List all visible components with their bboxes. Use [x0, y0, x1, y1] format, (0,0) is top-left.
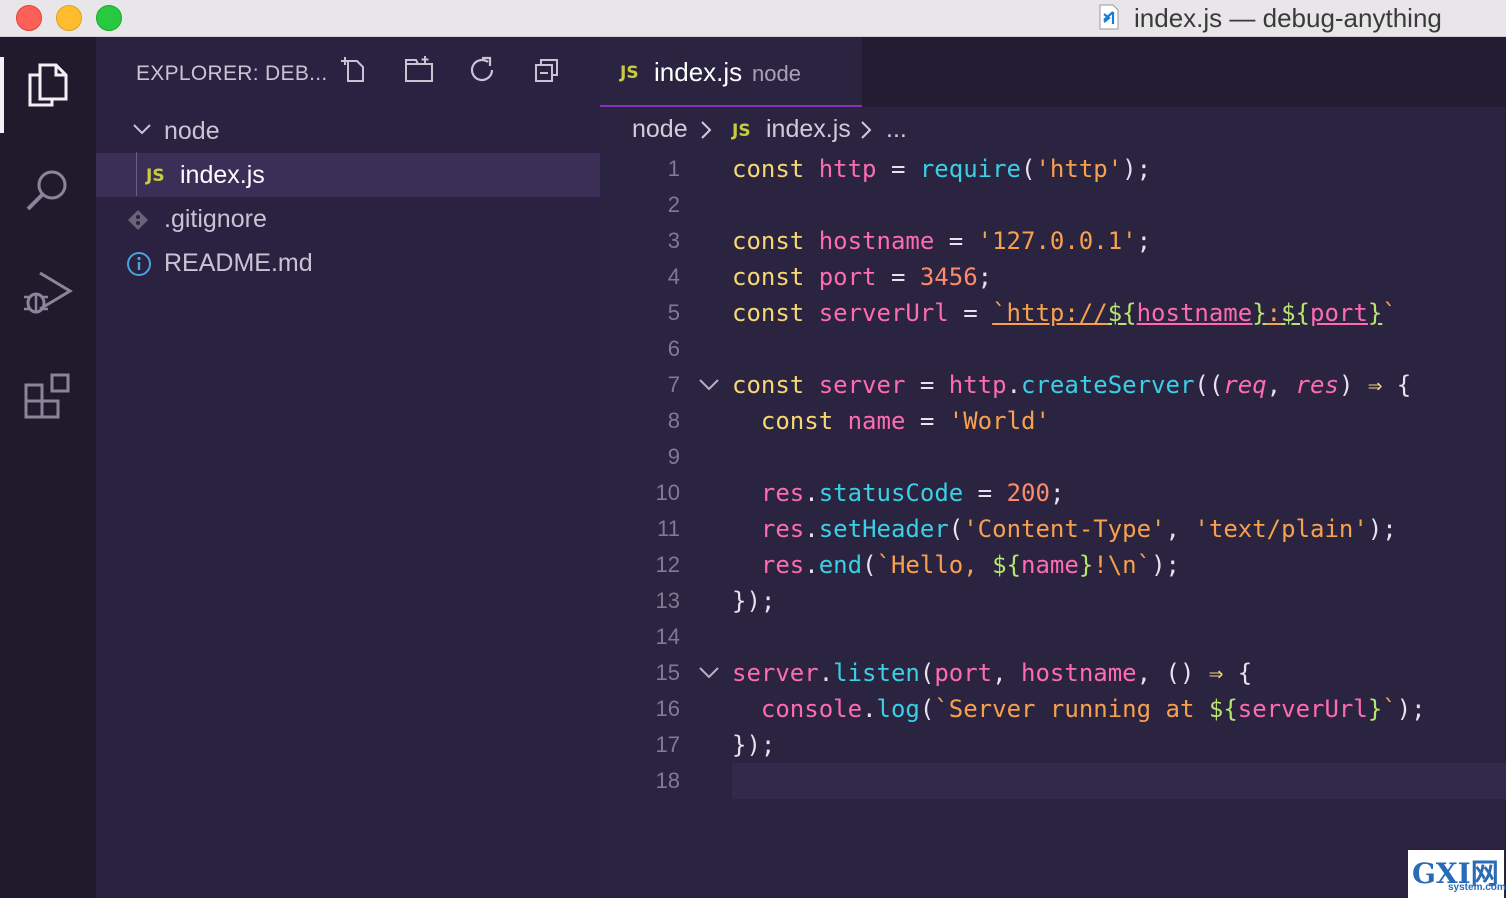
line-number: 5 — [667, 300, 680, 325]
debug-icon[interactable] — [22, 267, 74, 319]
line-text: server.listen(port, hostname, () ⇒ { — [732, 659, 1253, 687]
code-line: 17 }); — [600, 727, 1506, 763]
line-number: 11 — [657, 516, 680, 541]
line-text: const http = require('http'); — [732, 155, 1152, 183]
tree-file-readme[interactable]: README.md — [96, 241, 600, 285]
vscode-file-icon — [1098, 4, 1120, 30]
tree-file-index-js[interactable]: JS index.js — [96, 153, 600, 197]
extensions-icon[interactable] — [22, 371, 74, 423]
js-file-icon: JS — [146, 166, 165, 186]
code-line: 11 res.setHeader('Content-Type', 'text/p… — [600, 511, 1506, 547]
tab-index-js[interactable]: JS index.js node — [600, 37, 862, 107]
code-line: 2 — [600, 187, 1506, 223]
tab-description: node — [752, 61, 801, 86]
maximize-window-button[interactable] — [96, 5, 122, 31]
line-number: 3 — [667, 228, 680, 253]
current-line-highlight — [732, 763, 1506, 799]
code-line: 14 — [600, 619, 1506, 655]
minimize-window-button[interactable] — [56, 5, 82, 31]
window-title: index.js — debug-anything — [1134, 3, 1442, 33]
explorer-title: EXPLORER: DEB... — [136, 62, 328, 85]
indent-guide — [136, 152, 137, 196]
breadcrumb: node JS index.js ... — [600, 109, 1506, 151]
git-icon — [128, 210, 148, 230]
code-line: 1 const http = require('http'); — [600, 151, 1506, 187]
code-line: 15 server.listen(port, hostname, () ⇒ { — [600, 655, 1506, 691]
code-line: 8 const name = 'World' — [600, 403, 1506, 439]
code-line: 9 — [600, 439, 1506, 475]
chevron-right-icon — [701, 121, 712, 139]
line-number: 16 — [655, 696, 680, 721]
line-number: 9 — [667, 444, 680, 469]
new-file-icon[interactable] — [340, 55, 370, 85]
refresh-icon[interactable] — [468, 55, 498, 85]
js-file-icon: JS — [732, 121, 751, 141]
active-indicator — [0, 57, 4, 133]
line-text: const server = http.createServer((req, r… — [732, 371, 1412, 399]
search-icon[interactable] — [22, 163, 74, 215]
code-line: 10 res.statusCode = 200; — [600, 475, 1506, 511]
collapse-all-icon[interactable] — [532, 55, 562, 85]
tree-file-gitignore[interactable]: .gitignore — [96, 197, 600, 241]
line-text: }); — [732, 587, 776, 615]
folder-label: node — [164, 117, 220, 145]
line-number: 13 — [655, 588, 680, 613]
line-number: 18 — [655, 768, 680, 793]
code-line: 7 const server = http.createServer((req,… — [600, 367, 1506, 403]
line-number: 17 — [655, 732, 680, 757]
new-folder-icon[interactable] — [404, 55, 434, 85]
code-line: 13 }); — [600, 583, 1506, 619]
line-number: 6 — [667, 336, 680, 361]
line-number: 12 — [655, 552, 680, 577]
code-line: 5 const serverUrl = `http://${hostname}:… — [600, 295, 1506, 331]
watermark-logo: GXI网 system.com — [1408, 850, 1506, 898]
tab-bar: JS index.js node — [600, 37, 1506, 107]
close-window-button[interactable] — [16, 5, 42, 31]
line-text: res.setHeader('Content-Type', 'text/plai… — [760, 515, 1397, 543]
fold-chevron-icon[interactable] — [698, 375, 720, 395]
tree-folder-node[interactable]: node — [96, 109, 600, 153]
breadcrumb-folder[interactable]: node — [632, 115, 688, 144]
line-number: 1 — [667, 156, 680, 181]
code-line: 3 const hostname = '127.0.0.1'; — [600, 223, 1506, 259]
title-bar: index.js — debug-anything — [0, 0, 1506, 37]
breadcrumb-symbol[interactable]: ... — [886, 115, 907, 144]
chevron-down-icon — [133, 124, 151, 135]
file-label: .gitignore — [164, 205, 267, 233]
explorer-icon[interactable] — [22, 59, 74, 111]
line-number: 2 — [667, 192, 680, 217]
code-line-current: 18 — [600, 763, 1506, 799]
line-text: const serverUrl = `http://${hostname}:${… — [732, 299, 1397, 327]
activity-bar — [0, 37, 96, 898]
code-line: 6 — [600, 331, 1506, 367]
line-text: console.log(`Server running at ${serverU… — [760, 695, 1426, 723]
line-text: res.end(`Hello, ${name}!\n`); — [760, 551, 1180, 579]
code-line: 12 res.end(`Hello, ${name}!\n`); — [600, 547, 1506, 583]
code-line: 16 console.log(`Server running at ${serv… — [600, 691, 1506, 727]
explorer-sidebar: EXPLORER: DEB... node JS index.js .gitig… — [96, 37, 600, 898]
line-number: 14 — [655, 624, 680, 649]
info-icon — [127, 252, 151, 276]
tab-label: index.js — [654, 57, 743, 87]
code-line: 4 const port = 3456; — [600, 259, 1506, 295]
editor-area: JS index.js node node JS index.js ... 1 … — [600, 37, 1506, 898]
line-text: const name = 'World' — [760, 407, 1050, 435]
line-text: }); — [732, 731, 776, 759]
line-text: res.statusCode = 200; — [760, 479, 1065, 507]
chevron-right-icon — [861, 121, 872, 139]
line-number: 10 — [655, 480, 680, 505]
breadcrumb-file[interactable]: index.js — [766, 115, 851, 144]
line-number: 7 — [667, 372, 680, 397]
js-file-icon: JS — [620, 63, 639, 83]
line-number: 15 — [655, 660, 680, 685]
watermark-subtext: system.com — [1448, 882, 1506, 893]
file-label: index.js — [180, 161, 265, 189]
line-text: const port = 3456; — [732, 263, 993, 291]
line-number: 4 — [667, 264, 680, 289]
file-label: README.md — [164, 249, 313, 277]
line-text: const hostname = '127.0.0.1'; — [732, 227, 1152, 255]
fold-chevron-icon[interactable] — [698, 663, 720, 683]
line-number: 8 — [667, 408, 680, 433]
